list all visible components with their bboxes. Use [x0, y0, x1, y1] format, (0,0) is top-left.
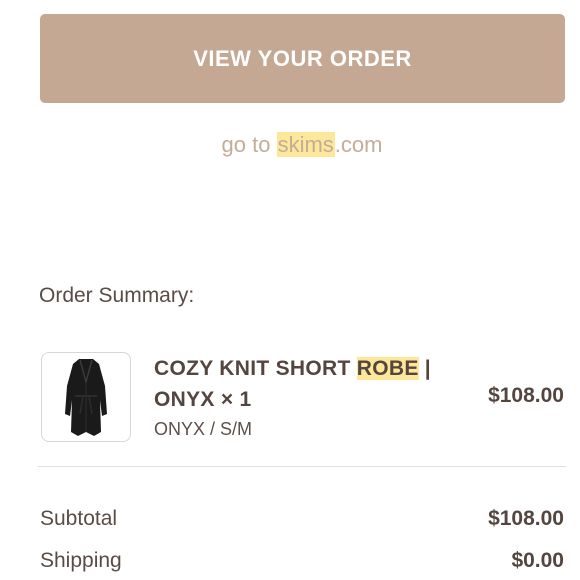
subtotal-value: $108.00	[488, 507, 564, 530]
robe-image	[65, 359, 107, 436]
summary-divider	[38, 466, 566, 467]
product-variant: ONYX / S/M	[154, 419, 253, 439]
product-name-highlight: ROBE	[356, 357, 419, 380]
store-link-suffix: .com	[334, 132, 383, 157]
shipping-label: Shipping	[40, 549, 122, 572]
subtotal-label: Subtotal	[40, 507, 118, 530]
product-thumbnail	[41, 352, 131, 442]
shipping-value: $0.00	[511, 549, 564, 572]
store-link-highlight: skims	[276, 132, 335, 157]
product-price: $108.00	[488, 384, 564, 407]
order-summary-title: Order Summary:	[39, 284, 195, 307]
product-name: COZY KNIT SHORT ROBE | ONYX × 1	[154, 353, 454, 415]
view-your-order-button[interactable]: VIEW YOUR ORDER	[40, 14, 565, 103]
product-name-part1: COZY KNIT SHORT	[154, 357, 357, 380]
store-link[interactable]: go to skims.com	[0, 132, 580, 158]
store-link-prefix: go to	[221, 132, 277, 157]
order-confirmation-page: VIEW YOUR ORDER go to skims.com Order Su…	[0, 0, 580, 580]
